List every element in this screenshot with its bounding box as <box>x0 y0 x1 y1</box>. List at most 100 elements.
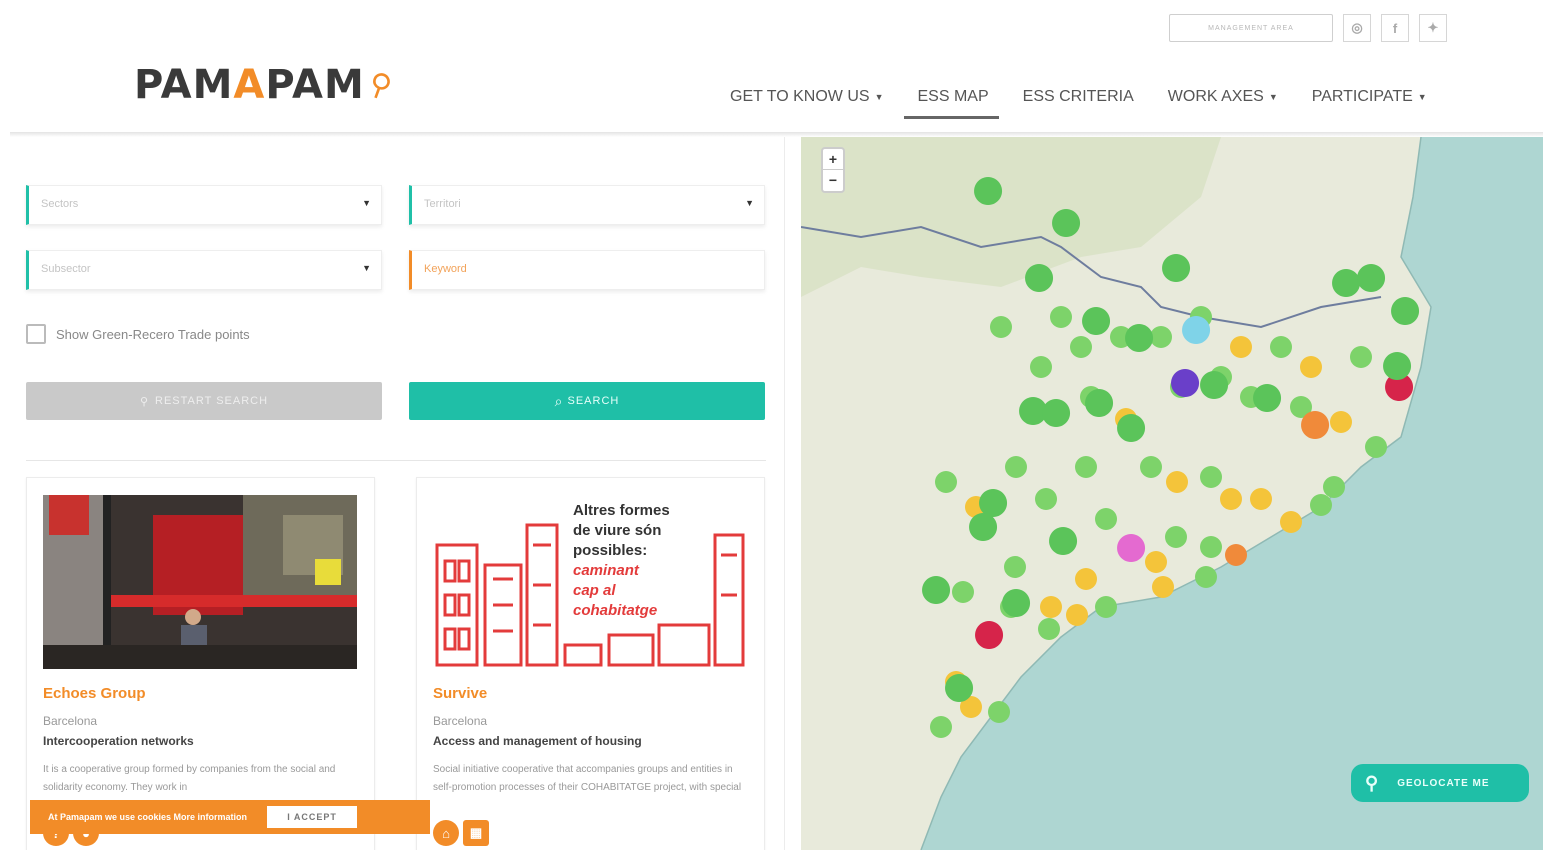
cluster-marker[interactable] <box>1300 356 1322 378</box>
cluster-marker[interactable] <box>1140 456 1162 478</box>
nav-participate[interactable]: PARTICIPATE ▼ <box>1312 84 1444 119</box>
top-utility-bar: MANAGEMENT AREA ◎ f ✦ <box>1169 14 1447 42</box>
map-pin[interactable] <box>1357 264 1386 292</box>
map-pin[interactable] <box>945 674 974 702</box>
geolocate-button[interactable]: ⚲ GEOLOCATE ME <box>1351 764 1529 802</box>
cluster-marker[interactable] <box>1070 336 1092 358</box>
restart-search-button[interactable]: ⚲ RESTART SEARCH <box>26 382 382 420</box>
cluster-marker[interactable] <box>1200 466 1222 488</box>
management-area-button[interactable]: MANAGEMENT AREA <box>1169 14 1333 42</box>
map-pin[interactable] <box>969 513 998 541</box>
cluster-marker[interactable] <box>1005 456 1027 478</box>
cluster-marker[interactable] <box>1095 596 1117 618</box>
keyword-input[interactable]: Keyword <box>409 250 765 290</box>
cluster-marker[interactable] <box>1280 511 1302 533</box>
map-pin[interactable] <box>974 177 1003 205</box>
cluster-marker[interactable] <box>988 701 1010 723</box>
map-pin[interactable] <box>1125 324 1154 352</box>
territory-select[interactable]: Territori ▼ <box>409 185 765 225</box>
twitter-icon[interactable]: ✦ <box>1419 14 1447 42</box>
cluster-marker[interactable] <box>1035 488 1057 510</box>
map-pin[interactable] <box>975 621 1004 649</box>
map-pin[interactable] <box>1052 209 1081 237</box>
poster-line: cap al <box>573 582 616 599</box>
map-pin[interactable] <box>1117 534 1146 562</box>
cluster-marker[interactable] <box>935 471 957 493</box>
map-pin[interactable] <box>1171 369 1200 397</box>
nav-ess-map[interactable]: ESS MAP <box>903 84 999 119</box>
cluster-marker[interactable] <box>1195 566 1217 588</box>
nav-get-to-know-us[interactable]: GET TO KNOW US ▼ <box>730 84 901 119</box>
cluster-marker[interactable] <box>1310 494 1332 516</box>
poster-line: caminant <box>573 562 639 579</box>
cluster-marker[interactable] <box>1152 576 1174 598</box>
map-pin[interactable] <box>979 489 1008 517</box>
facebook-icon[interactable]: f <box>1381 14 1409 42</box>
zoom-out-button[interactable]: − <box>823 170 843 191</box>
map-canvas[interactable] <box>801 137 1543 850</box>
cluster-marker[interactable] <box>930 716 952 738</box>
map-pin[interactable] <box>1383 352 1412 380</box>
map-pin[interactable] <box>1200 371 1229 399</box>
cluster-marker[interactable] <box>1038 618 1060 640</box>
cluster-marker[interactable] <box>1166 471 1188 493</box>
pamapam-logo[interactable]: PAM A PAM ⚲ <box>134 62 397 108</box>
accept-cookies-button[interactable]: I ACCEPT <box>267 806 358 828</box>
nav-label: ESS MAP <box>917 88 989 105</box>
result-card[interactable]: Echoes Group Barcelona Intercooperation … <box>26 477 375 850</box>
card-title[interactable]: Echoes Group <box>43 685 146 702</box>
map-pin[interactable] <box>922 576 951 604</box>
map-pin[interactable] <box>1002 589 1031 617</box>
card-category: Intercooperation networks <box>43 734 194 748</box>
sector-select[interactable]: Sectors ▼ <box>26 185 382 225</box>
cluster-marker[interactable] <box>1075 456 1097 478</box>
cluster-marker[interactable] <box>1095 508 1117 530</box>
map-pin[interactable] <box>1117 414 1146 442</box>
cluster-marker[interactable] <box>1004 556 1026 578</box>
map-pin[interactable] <box>1301 411 1330 439</box>
cluster-marker[interactable] <box>1330 411 1352 433</box>
zoom-in-button[interactable]: + <box>823 149 843 170</box>
ess-map[interactable]: + − ⚲ GEOLOCATE ME <box>801 137 1543 850</box>
cluster-marker[interactable] <box>1365 436 1387 458</box>
nav-ess-criteria[interactable]: ESS CRITERIA <box>1023 84 1151 119</box>
cluster-marker[interactable] <box>1040 596 1062 618</box>
map-pin[interactable] <box>1082 307 1111 335</box>
cluster-marker[interactable] <box>1350 346 1372 368</box>
nav-work-axes[interactable]: WORK AXES ▼ <box>1168 84 1295 119</box>
cluster-marker[interactable] <box>1150 326 1172 348</box>
cluster-marker[interactable] <box>952 581 974 603</box>
cluster-marker[interactable] <box>1145 551 1167 573</box>
cluster-marker[interactable] <box>1066 604 1088 626</box>
cluster-marker[interactable] <box>1165 526 1187 548</box>
green-trade-checkbox[interactable] <box>26 324 46 344</box>
cookie-text[interactable]: At Pamapam we use cookies More informati… <box>48 812 247 822</box>
cluster-marker[interactable] <box>1230 336 1252 358</box>
cluster-marker[interactable] <box>1030 356 1052 378</box>
cluster-marker[interactable] <box>1250 488 1272 510</box>
map-pin[interactable] <box>1391 297 1420 325</box>
search-button[interactable]: ⌕ SEARCH <box>409 382 765 420</box>
cluster-marker[interactable] <box>1050 306 1072 328</box>
green-trade-option[interactable]: Show Green-Recero Trade points <box>26 324 250 344</box>
cluster-marker[interactable] <box>990 316 1012 338</box>
cluster-marker[interactable] <box>1323 476 1345 498</box>
map-pin[interactable] <box>1182 316 1211 344</box>
card-title[interactable]: Survive <box>433 685 487 702</box>
map-pin[interactable] <box>1332 269 1361 297</box>
cluster-marker[interactable] <box>1270 336 1292 358</box>
poster-line: Altres formes <box>573 502 670 519</box>
map-pin[interactable] <box>1049 527 1078 555</box>
cluster-marker[interactable] <box>1220 488 1242 510</box>
result-card[interactable]: Altres formes de viure són possibles: ca… <box>416 477 765 850</box>
map-pin[interactable] <box>1042 399 1071 427</box>
map-pin[interactable] <box>1025 264 1054 292</box>
map-pin[interactable] <box>1085 389 1114 417</box>
map-pin[interactable] <box>1253 384 1282 412</box>
subsector-select[interactable]: Subsector ▼ <box>26 250 382 290</box>
cluster-marker[interactable] <box>1200 536 1222 558</box>
instagram-icon[interactable]: ◎ <box>1343 14 1371 42</box>
map-pin[interactable] <box>1162 254 1191 282</box>
cluster-marker[interactable] <box>1225 544 1247 566</box>
cluster-marker[interactable] <box>1075 568 1097 590</box>
